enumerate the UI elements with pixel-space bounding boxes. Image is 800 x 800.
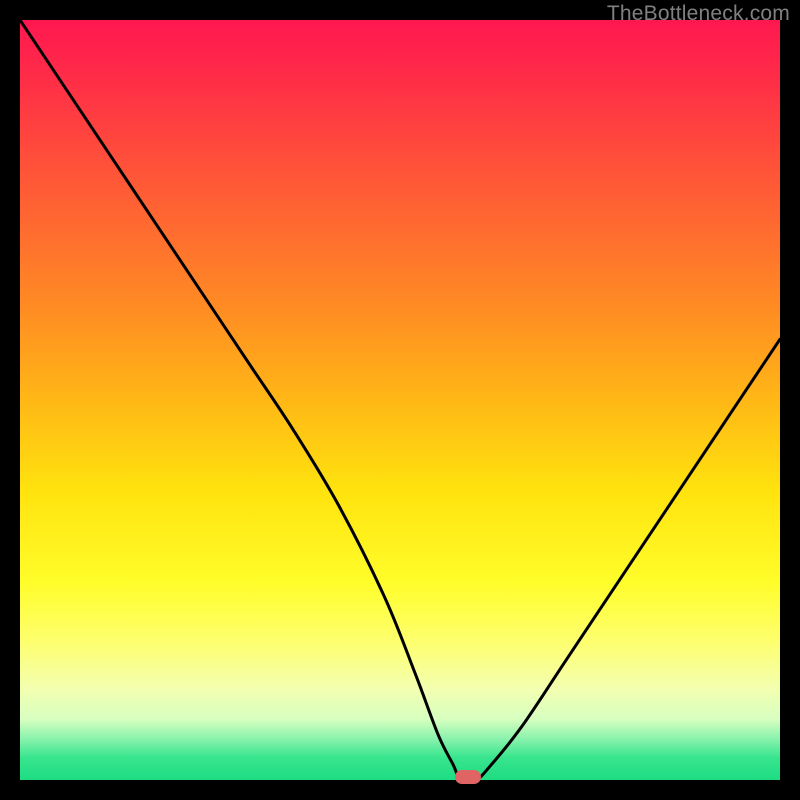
curve-svg xyxy=(20,20,780,780)
bottleneck-curve-line xyxy=(20,20,780,780)
chart-plot-area xyxy=(20,20,780,780)
optimal-point-marker xyxy=(455,770,481,784)
chart-frame: TheBottleneck.com xyxy=(0,0,800,800)
